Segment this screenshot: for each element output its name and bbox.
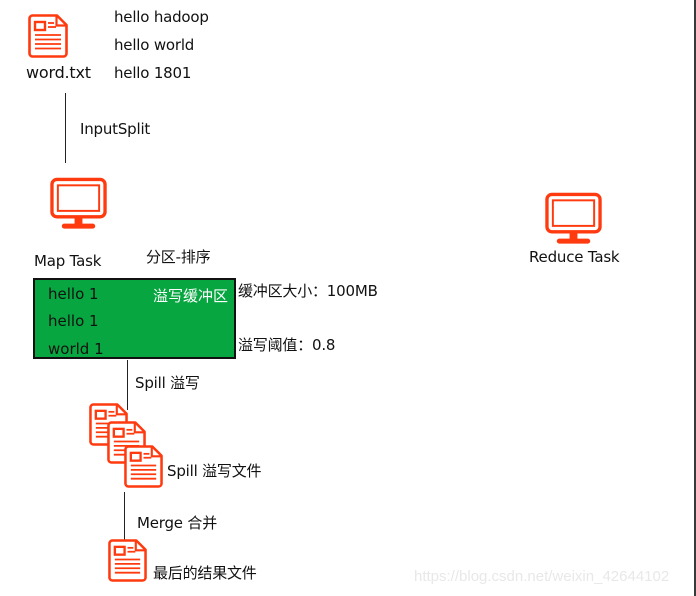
connector-line <box>65 93 66 163</box>
text-document-icon <box>124 445 163 488</box>
monitor-icon <box>545 192 602 246</box>
input-line: hello hadoop <box>114 8 209 26</box>
partition-sort-label: 分区-排序 <box>146 248 211 266</box>
input-file-name: word.txt <box>26 63 91 82</box>
spill-buffer: hello 1 hello 1 world 1 溢写缓冲区 <box>33 278 236 359</box>
reduce-task-label: Reduce Task <box>529 248 620 266</box>
final-file-label: 最后的结果文件 <box>153 564 257 582</box>
spill-buffer-title: 溢写缓冲区 <box>152 287 228 305</box>
text-document-icon <box>28 14 68 58</box>
spill-label: Spill 溢写 <box>135 374 200 392</box>
merge-label: Merge 合并 <box>137 514 217 532</box>
text-document-icon <box>108 539 147 582</box>
input-line: hello world <box>114 36 195 54</box>
buffer-row: hello 1 <box>48 285 99 303</box>
spill-threshold-label: 溢写阈值：0.8 <box>238 336 336 354</box>
buffer-size-label: 缓冲区大小：100MB <box>238 282 378 300</box>
buffer-row: world 1 <box>48 340 104 358</box>
spill-files-label: Spill 溢写文件 <box>167 462 262 480</box>
input-line: hello 1801 <box>114 64 192 82</box>
connector-line <box>124 492 125 540</box>
map-task-label: Map Task <box>34 252 102 270</box>
input-split-label: InputSplit <box>80 120 151 138</box>
monitor-icon <box>50 177 107 231</box>
watermark: https://blog.csdn.net/weixin_42644102 <box>414 568 670 585</box>
buffer-row: hello 1 <box>48 312 99 330</box>
